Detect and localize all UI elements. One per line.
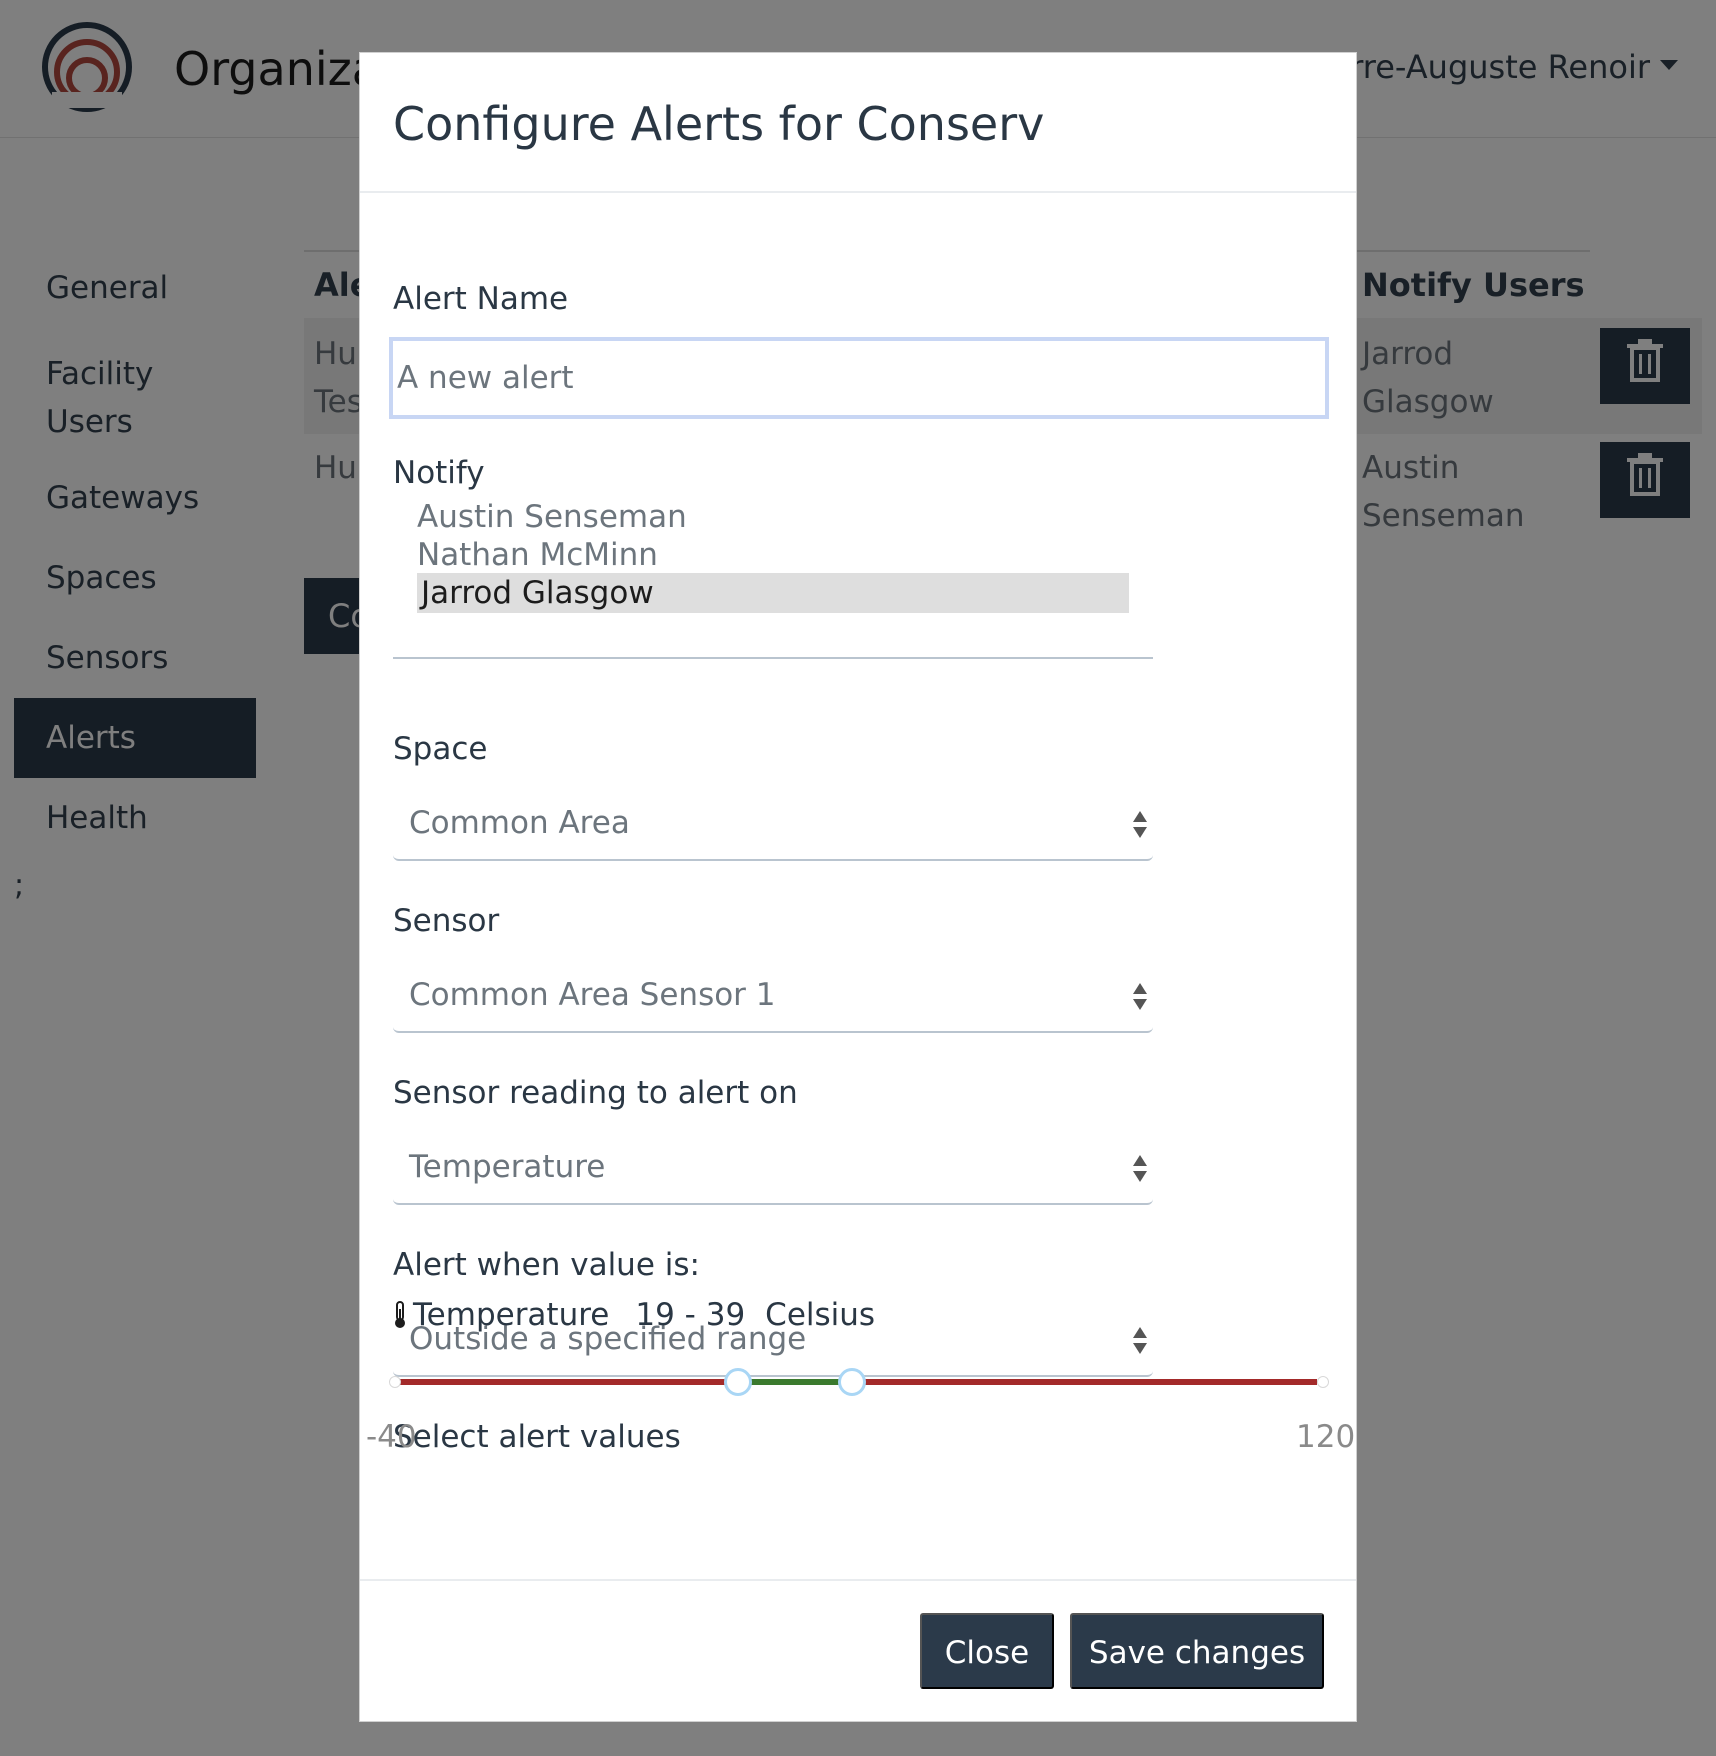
alert-name-label: Alert Name [393, 281, 569, 317]
notify-option[interactable]: Austin Senseman [413, 497, 1125, 537]
slider-track-in-range [737, 1379, 853, 1385]
sensor-select[interactable]: Common Area Sensor 1 [393, 957, 1153, 1033]
alert-condition-label: Alert when value is: [393, 1247, 700, 1283]
space-label: Space [393, 731, 488, 767]
sensor-label: Sensor [393, 903, 500, 939]
notify-users-select[interactable]: Austin Senseman Nathan McMinn Jarrod Gla… [393, 479, 1153, 659]
sensor-select-value: Common Area Sensor 1 [409, 977, 776, 1013]
modal-header: Configure Alerts for Conserv [360, 53, 1356, 193]
slider-track-out-high [852, 1379, 1317, 1385]
save-changes-button[interactable]: Save changes [1070, 1613, 1324, 1689]
select-arrows-icon [1133, 983, 1149, 1011]
slider-high-handle[interactable] [838, 1368, 867, 1396]
notify-option[interactable]: Nathan McMinn [413, 535, 1125, 575]
slider-min-dot [389, 1376, 401, 1388]
slider-max-label: 120 [1296, 1419, 1356, 1455]
thermometer-icon [395, 1300, 405, 1328]
sensor-reading-label: Sensor reading to alert on [393, 1075, 798, 1111]
configure-alerts-modal: Configure Alerts for Conserv Alert Name … [359, 52, 1357, 1722]
range-slider[interactable] [389, 1361, 1329, 1401]
slider-max-dot [1317, 1376, 1329, 1388]
select-arrows-icon [1133, 1155, 1149, 1183]
notify-option-selected[interactable]: Jarrod Glasgow [417, 573, 1129, 613]
modal-title: Configure Alerts for Conserv [393, 97, 1045, 151]
sensor-reading-select-value: Temperature [409, 1149, 606, 1185]
slider-low-handle[interactable] [723, 1368, 752, 1396]
slider-track-out-low [399, 1379, 738, 1385]
select-arrows-icon [1133, 811, 1149, 839]
unit-text: Celsius [765, 1297, 876, 1333]
close-button[interactable]: Close [920, 1613, 1054, 1689]
space-select[interactable]: Common Area [393, 785, 1153, 861]
reading-name: Temperature [413, 1297, 610, 1333]
reading-summary: Temperature 19 - 39 Celsius [393, 1297, 875, 1333]
alert-name-input[interactable] [389, 337, 1329, 419]
space-select-value: Common Area [409, 805, 630, 841]
sensor-reading-select[interactable]: Temperature [393, 1129, 1153, 1205]
modal-footer: Close Save changes [360, 1579, 1356, 1721]
slider-min-label: -40 [366, 1419, 417, 1455]
range-text: 19 - 39 [635, 1297, 746, 1333]
select-arrows-icon [1133, 1327, 1149, 1355]
select-alert-values-label: Select alert values [393, 1419, 681, 1455]
